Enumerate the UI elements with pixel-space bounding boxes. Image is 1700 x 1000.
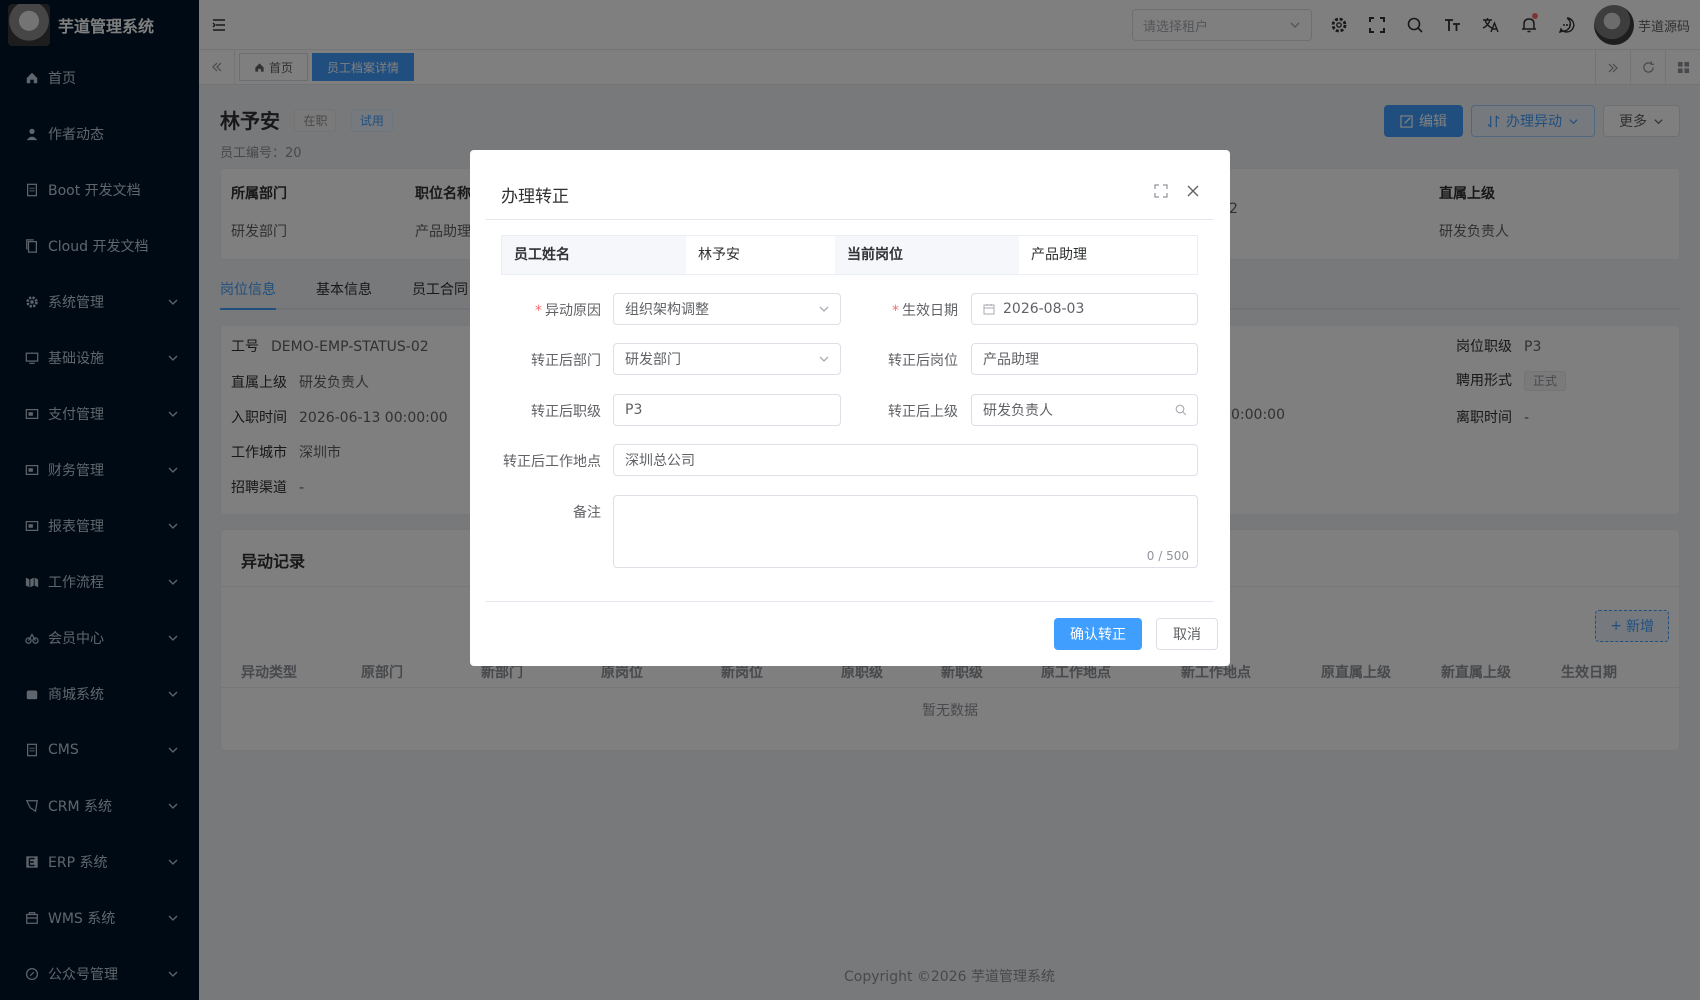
close-icon[interactable]	[1186, 184, 1200, 198]
new-post-input[interactable]: 产品助理	[971, 343, 1198, 375]
confirm-regularization-button[interactable]: 确认转正	[1054, 618, 1142, 650]
cancel-button[interactable]: 取消	[1156, 618, 1218, 650]
maximize-icon[interactable]	[1154, 184, 1168, 198]
desc-name-label: 员工姓名	[502, 236, 686, 274]
regularization-dialog: 办理转正 员工姓名 林予安 当前岗位 产品助理 * 异动原因 组织架构调整 * 生效…	[470, 150, 1230, 666]
new-dept-select[interactable]: 研发部门	[613, 343, 841, 375]
chevron-down-icon	[819, 356, 829, 362]
divider	[486, 219, 1214, 220]
remark-textarea[interactable]: 0 / 500	[613, 495, 1198, 568]
new-leader-label: 转正后上级	[888, 404, 958, 420]
new-location-label: 转正后工作地点	[503, 454, 601, 470]
remark-label: 备注	[573, 505, 601, 521]
effective-date-label: * 生效日期	[892, 303, 958, 319]
dialog-title: 办理转正	[501, 187, 569, 207]
search-icon[interactable]	[1175, 404, 1187, 416]
new-location-input[interactable]: 深圳总公司	[613, 444, 1198, 476]
remark-char-count: 0 / 500	[1146, 549, 1189, 563]
calendar-icon	[983, 304, 995, 315]
desc-name-value: 林予安	[698, 247, 740, 263]
divider	[486, 601, 1214, 602]
new-level-label: 转正后职级	[531, 404, 601, 420]
desc-post-value: 产品助理	[1031, 247, 1087, 263]
new-level-input[interactable]: P3	[613, 394, 841, 426]
employee-descriptions: 员工姓名 林予安 当前岗位 产品助理	[501, 235, 1198, 275]
reason-select[interactable]: 组织架构调整	[613, 293, 841, 325]
effective-date-picker[interactable]: 2026-08-03	[971, 293, 1198, 325]
dialog-header-actions	[1154, 184, 1200, 198]
new-leader-input[interactable]: 研发负责人	[971, 394, 1198, 426]
reason-label: * 异动原因	[535, 303, 601, 319]
new-dept-label: 转正后部门	[531, 353, 601, 369]
new-post-label: 转正后岗位	[888, 353, 958, 369]
chevron-down-icon	[819, 306, 829, 312]
desc-post-label: 当前岗位	[835, 236, 1019, 274]
